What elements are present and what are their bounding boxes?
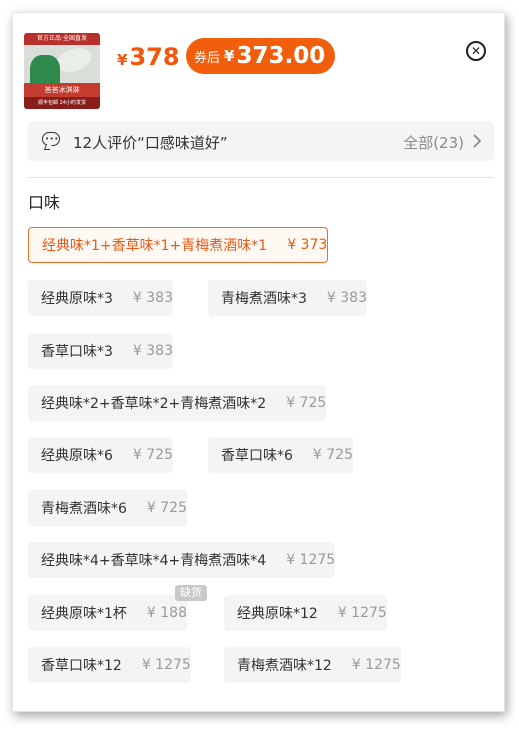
close-button[interactable]: ✕ bbox=[466, 41, 486, 61]
product-price: ¥378 bbox=[117, 43, 180, 71]
option-price: ¥ 725 bbox=[286, 395, 327, 411]
flavor-section-title: 口味 bbox=[28, 193, 61, 212]
option-chip[interactable]: 经典味*1+香草味*1+青梅煮酒味*1 ¥ 373 bbox=[28, 227, 329, 263]
option-name: 青梅煮酒味*3 bbox=[221, 291, 307, 307]
option-price: ¥ 383 bbox=[132, 290, 174, 306]
option-chip[interactable]: 经典味*4+香草味*4+青梅煮酒味*4 ¥ 1275 bbox=[28, 542, 336, 578]
close-icon: ✕ bbox=[470, 44, 482, 58]
option-price: ¥ 1275 bbox=[286, 552, 336, 568]
product-thumbnail[interactable]: 官方正品·全国直发 爸爸冰淇淋 顺丰包邮 24小时发货 bbox=[24, 33, 100, 109]
option-chip[interactable]: 经典味*2+香草味*2+青梅煮酒味*2 ¥ 725 bbox=[28, 385, 327, 421]
option-name: 青梅煮酒味*6 bbox=[41, 501, 127, 517]
option-price: ¥ 383 bbox=[326, 290, 368, 306]
coupon-price-value: 373.00 bbox=[236, 43, 326, 69]
coupon-label: 券后 bbox=[194, 50, 221, 66]
option-price: ¥ 1275 bbox=[351, 657, 401, 673]
option-chip[interactable]: 经典原味*6 ¥ 725 bbox=[28, 437, 174, 473]
option-name: 经典原味*12 bbox=[237, 606, 318, 622]
review-summary-text: 12人评价“口感味道好” bbox=[73, 134, 228, 152]
option-name: 经典味*2+香草味*2+青梅煮酒味*2 bbox=[41, 396, 267, 412]
option-chip[interactable]: 青梅煮酒味*3 ¥ 383 bbox=[208, 280, 368, 316]
chevron-right-icon bbox=[473, 134, 482, 148]
review-all-link[interactable]: 全部(23) bbox=[403, 132, 464, 153]
option-name: 香草口味*3 bbox=[41, 344, 113, 360]
option-price: ¥ 725 bbox=[132, 447, 174, 463]
chat-bubble-icon: ••• bbox=[42, 132, 60, 146]
option-price: ¥ 725 bbox=[312, 447, 354, 463]
option-name: 香草口味*6 bbox=[221, 448, 293, 464]
option-name: 经典原味*6 bbox=[41, 448, 113, 464]
option-chip[interactable]: 经典原味*3 ¥ 383 bbox=[28, 280, 174, 316]
thumb-banner-text: 爸爸冰淇淋 bbox=[24, 83, 100, 97]
sku-selector-panel: 官方正品·全国直发 爸爸冰淇淋 顺丰包邮 24小时发货 ¥378 券后 ¥ 37… bbox=[12, 12, 505, 712]
coupon-currency: ¥ bbox=[224, 47, 235, 65]
option-chip[interactable]: 香草口味*3 ¥ 383 bbox=[28, 333, 174, 369]
option-chip[interactable]: 经典原味*12 ¥ 1275 bbox=[224, 595, 387, 631]
price-value: 378 bbox=[129, 43, 180, 71]
option-chip[interactable]: 香草口味*12 ¥ 1275 bbox=[28, 647, 191, 683]
option-name: 经典原味*3 bbox=[41, 291, 113, 307]
option-price: ¥ 1275 bbox=[337, 605, 387, 621]
option-price: ¥ 725 bbox=[146, 500, 188, 516]
option-name: 青梅煮酒味*12 bbox=[237, 658, 332, 674]
option-chip[interactable]: 青梅煮酒味*6 ¥ 725 bbox=[28, 490, 188, 526]
option-price: ¥ 383 bbox=[132, 343, 174, 359]
review-summary-bar[interactable]: ••• 12人评价“口感味道好” 全部(23) bbox=[27, 121, 494, 161]
coupon-price-badge: 券后 ¥ 373.00 bbox=[186, 38, 336, 74]
option-chip[interactable]: 香草口味*6 ¥ 725 bbox=[208, 437, 354, 473]
thumb-top-text: 官方正品·全国直发 bbox=[24, 33, 100, 45]
option-name: 经典味*4+香草味*4+青梅煮酒味*4 bbox=[41, 553, 267, 569]
option-price: ¥ 1275 bbox=[141, 657, 191, 673]
option-name: 香草口味*12 bbox=[41, 658, 122, 674]
out-of-stock-badge: 缺货 bbox=[175, 585, 207, 601]
price-currency: ¥ bbox=[117, 51, 128, 69]
option-name: 经典味*1+香草味*1+青梅煮酒味*1 bbox=[42, 238, 268, 254]
option-price: ¥ 373 bbox=[287, 237, 328, 253]
section-divider bbox=[27, 177, 494, 178]
option-price: ¥ 188 bbox=[146, 605, 188, 621]
option-chip[interactable]: 经典原味*1杯 ¥ 188 bbox=[28, 595, 188, 631]
thumb-bottom-text: 顺丰包邮 24小时发货 bbox=[24, 97, 100, 109]
option-chip[interactable]: 青梅煮酒味*12 ¥ 1275 bbox=[224, 647, 401, 683]
option-name: 经典原味*1杯 bbox=[41, 606, 127, 622]
